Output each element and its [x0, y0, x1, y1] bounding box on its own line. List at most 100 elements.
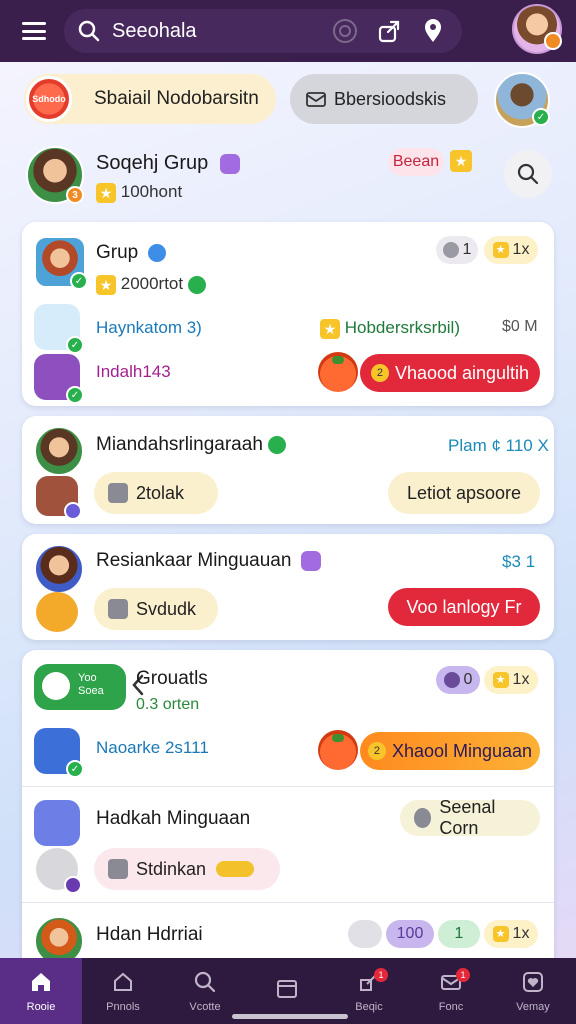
at-icon[interactable] [330, 16, 360, 46]
verified-badge-icon: ✓ [70, 272, 88, 290]
profile-avatar[interactable] [512, 4, 562, 54]
action-label: Vhaood aingultih [394, 362, 530, 383]
star-icon: ★ [450, 150, 472, 172]
group-avatar [34, 544, 84, 594]
nav-label: Pnnols [106, 1001, 140, 1013]
star-icon: ★ [320, 318, 340, 339]
tomato-icon [318, 730, 358, 770]
nav-label: Vemay [516, 1001, 550, 1013]
card-title-row: Miandahsrlingaraah [96, 434, 287, 456]
gift-icon [42, 672, 70, 700]
search-icon [78, 20, 100, 42]
group-header: 3 Soqehj Grup ★ 100hont Beean ★ [24, 142, 554, 214]
row-pill-label: Seenal Corn [439, 797, 496, 838]
verified-badge-icon: ✓ [66, 336, 84, 354]
card-title-row: Grup [96, 242, 166, 264]
refresh-icon[interactable] [348, 920, 382, 948]
card-title-row: Resiankaar Minguauan [96, 550, 321, 572]
tag-icon [108, 483, 128, 503]
share-icon[interactable] [374, 16, 404, 46]
row-title: Hadkah Minguaan [96, 808, 251, 829]
chip-category-2[interactable]: Bbersioodskis [290, 74, 478, 124]
multiplier-value: 1x [512, 241, 530, 258]
heart-icon [219, 153, 240, 174]
group-title-row: Soqehj Grup [96, 152, 240, 175]
action-label: Xhaool Minguaan [391, 740, 533, 761]
multiplier-value: 1x [512, 671, 530, 688]
row-pill[interactable]: Seenal Corn [400, 797, 540, 838]
app-tile-icon: ✓ [34, 354, 84, 404]
action-button[interactable]: Voo lanlogy Fr [388, 588, 540, 626]
group-subtitle: 100hont [120, 182, 183, 201]
card-title: Miandahsrlingaraah [96, 434, 263, 455]
row-label: Naoarke 2s111 [96, 738, 209, 757]
search-icon [517, 163, 539, 185]
nav-home[interactable]: Rooie [0, 958, 82, 1024]
app-tile-icon [34, 800, 80, 846]
tag-pill[interactable]: Svdudk [94, 588, 218, 630]
chip-label: Sbaiail Nodobarsitn [94, 88, 259, 109]
app-tile-icon: ✓ [34, 304, 84, 354]
search-input[interactable]: Seeohala [112, 20, 316, 43]
action-button[interactable]: 2 Vhaood aingultih [360, 354, 540, 392]
search-button[interactable] [504, 150, 552, 198]
tag-pill[interactable]: Stdinkan [94, 848, 280, 890]
nav-favorites[interactable]: Vemay [492, 958, 574, 1024]
row-middle-text: Hobdersrksrbil) [344, 318, 460, 337]
number-badge: 2 [367, 742, 386, 760]
divider [22, 786, 554, 787]
count-badge: 0 [436, 666, 480, 694]
row-label: Haynkatom 3) [96, 318, 202, 337]
group-card-3[interactable]: Resiankaar Minguauan $3 1 Svdudk Voo lan… [22, 534, 554, 640]
location-pin-icon[interactable] [418, 16, 448, 46]
tag-label: 2tolak [136, 482, 185, 503]
group-avatar[interactable]: 3 [26, 146, 84, 204]
app-tile-icon [36, 848, 82, 894]
card-subtitle-row: ★ 2000rtot [96, 274, 206, 295]
check-icon [268, 435, 287, 454]
status-dot [544, 32, 562, 50]
notification-badge: 1 [374, 968, 388, 982]
menu-icon[interactable] [22, 22, 46, 40]
chip-row: Sbaiail Nodobarsitn Sdhodo Bbersioodskis… [0, 72, 576, 128]
chip-label: Bbersioodskis [334, 88, 447, 109]
star-icon: ★ [96, 274, 116, 295]
count-badge: 100 [386, 920, 434, 948]
calendar-icon [274, 975, 300, 1001]
group-card-4[interactable]: Yoo Soea Grouatls 0.3 orten 0 ★ 1x ✓ Nao… [22, 650, 554, 970]
row-amount: $0 M [502, 318, 538, 335]
card-title: Resiankaar Minguauan [96, 550, 292, 571]
row-middle-label: ★ Hobdersrksrbil) [320, 318, 460, 339]
nav-label: Vcotte [189, 1001, 221, 1013]
group-card-2[interactable]: Miandahsrlingaraah Plam ¢ 110 X 2tolak L… [22, 416, 554, 524]
user-avatar[interactable]: ✓ [494, 72, 550, 128]
tag-badge: Beean [388, 148, 444, 176]
count-badge: 1 [436, 236, 478, 264]
tag-icon [108, 859, 128, 879]
like-badge: 1 [438, 920, 480, 948]
card-title: Grouatls [136, 668, 208, 689]
search-bar[interactable]: Seeohala [64, 9, 462, 53]
nav-inbox[interactable]: 1 Fonc [410, 958, 492, 1024]
group-card-1[interactable]: ✓ Grup ★ 2000rtot 1 ★ 1x ✓ Haynkatom 3) … [22, 222, 554, 406]
house-outline-icon [110, 969, 136, 995]
badge-icon [64, 502, 82, 520]
price-label: $3 1 [502, 552, 536, 571]
secondary-button[interactable]: Letiot apsoore [388, 472, 540, 514]
reaction-icon [216, 861, 255, 877]
tile-line-2: Soea [78, 685, 104, 697]
user-icon [443, 672, 460, 688]
star-icon: ★ [96, 182, 116, 203]
nav-places[interactable]: Pnnols [82, 958, 164, 1024]
app-tile-icon [36, 476, 82, 520]
count-value: 1 [462, 241, 472, 258]
check-icon [187, 275, 206, 294]
action-button[interactable]: 2 Xhaool Minguaan [360, 732, 540, 770]
tag-pill[interactable]: 2tolak [94, 472, 218, 514]
tomato-icon [318, 352, 358, 392]
badge-icon [64, 876, 82, 894]
verified-icon [147, 243, 166, 262]
group-tile: Yoo Soea [34, 664, 126, 710]
mail-icon [306, 92, 326, 107]
heart-icon [300, 550, 321, 571]
